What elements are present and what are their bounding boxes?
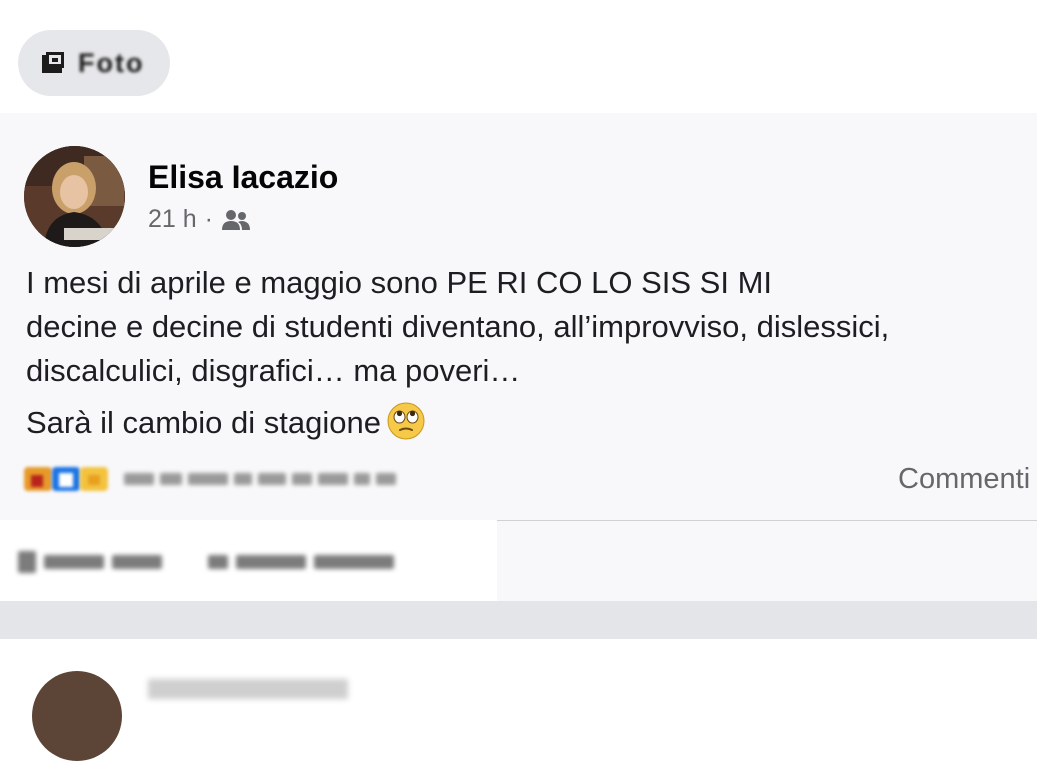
meta-separator: · xyxy=(204,205,213,233)
next-post-card xyxy=(0,639,1037,761)
next-post-author-blurred xyxy=(148,679,348,699)
friends-icon[interactable] xyxy=(221,209,251,231)
action-divider xyxy=(497,520,1037,521)
care-reaction-icon xyxy=(80,467,108,491)
author-avatar[interactable] xyxy=(24,146,125,247)
eye-roll-emoji xyxy=(387,402,425,440)
post-text-line: Sarà il cambio di stagione xyxy=(26,405,381,440)
post-text-last-line: Sarà il cambio di stagione xyxy=(26,401,1037,445)
top-bar: Foto xyxy=(0,0,1037,113)
avatar-photo xyxy=(24,146,125,247)
actions-blurred xyxy=(0,520,497,601)
post-text-line: discalculici, disgrafici… ma poveri… xyxy=(26,353,521,388)
post-meta: 21 h · xyxy=(148,205,251,234)
next-post-avatar[interactable] xyxy=(32,671,122,761)
photo-chip-label: Foto xyxy=(78,47,145,78)
comments-count[interactable]: Commenti xyxy=(898,463,1030,496)
author-name[interactable]: Elisa Iacazio xyxy=(148,159,338,196)
reactions-bar[interactable] xyxy=(22,465,424,493)
feed-separator xyxy=(0,601,1037,639)
reaction-names-blurred xyxy=(124,469,424,489)
photo-filter-chip[interactable]: Foto xyxy=(18,30,170,96)
photo-icon xyxy=(42,52,64,73)
post-card: Elisa Iacazio 21 h · I mesi di aprile e … xyxy=(0,113,1037,601)
actions-blurred-row xyxy=(18,550,418,574)
post-text-line: decine e decine di studenti diventano, a… xyxy=(26,309,890,344)
post-text-line: I mesi di aprile e maggio sono PE RI CO … xyxy=(26,265,773,300)
post-text: I mesi di aprile e maggio sono PE RI CO … xyxy=(26,261,1037,445)
post-time[interactable]: 21 h xyxy=(148,205,197,234)
